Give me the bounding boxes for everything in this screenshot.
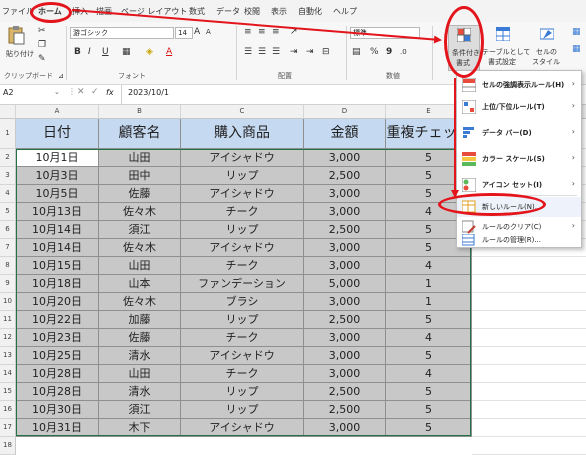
- annotation-arrow-home-to-cf: [71, 9, 442, 44]
- annotation-arrows: [71, 9, 459, 198]
